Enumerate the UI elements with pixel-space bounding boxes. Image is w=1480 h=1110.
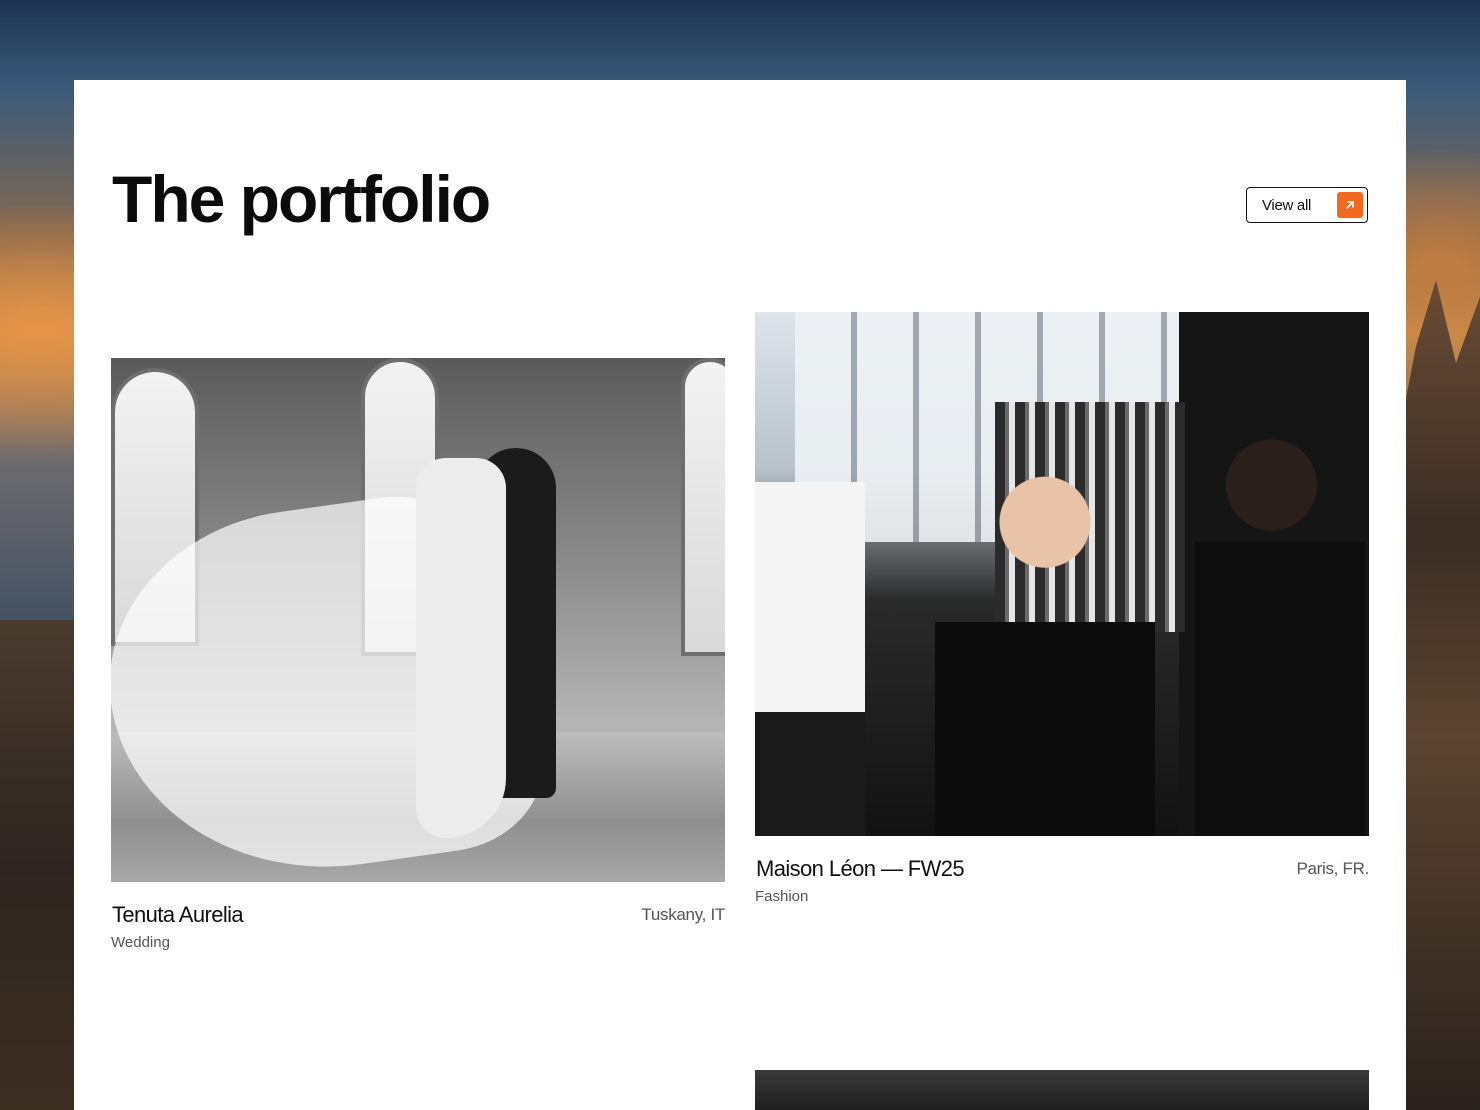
project-category: Wedding [111,934,170,951]
background-mountain-left [0,620,80,1110]
project-photo [755,312,1369,836]
project-category: Fashion [755,888,809,905]
project-photo [111,358,725,882]
view-all-button[interactable]: View all [1246,187,1368,223]
project-location: Tuskany, IT [641,905,725,924]
page-title: The portfolio [112,162,491,236]
project-name: Maison Léon — FW25 [756,856,965,881]
project-name: Tenuta Aurelia [112,902,244,927]
project-location: Paris, FR. [1296,859,1369,878]
background-mountain-right [1400,280,1480,1110]
project-card-wedding[interactable]: Tenuta Aurelia Tuskany, IT Wedding [111,358,725,951]
view-all-label: View all [1262,196,1312,214]
project-photo-partial[interactable] [755,1070,1369,1110]
portfolio-section: The portfolio View all Tenuta Aurelia Tu… [74,80,1406,1110]
project-card-fashion[interactable]: Maison Léon — FW25 Paris, FR. Fashion [755,312,1369,905]
arrow-up-right-icon [1337,192,1363,218]
